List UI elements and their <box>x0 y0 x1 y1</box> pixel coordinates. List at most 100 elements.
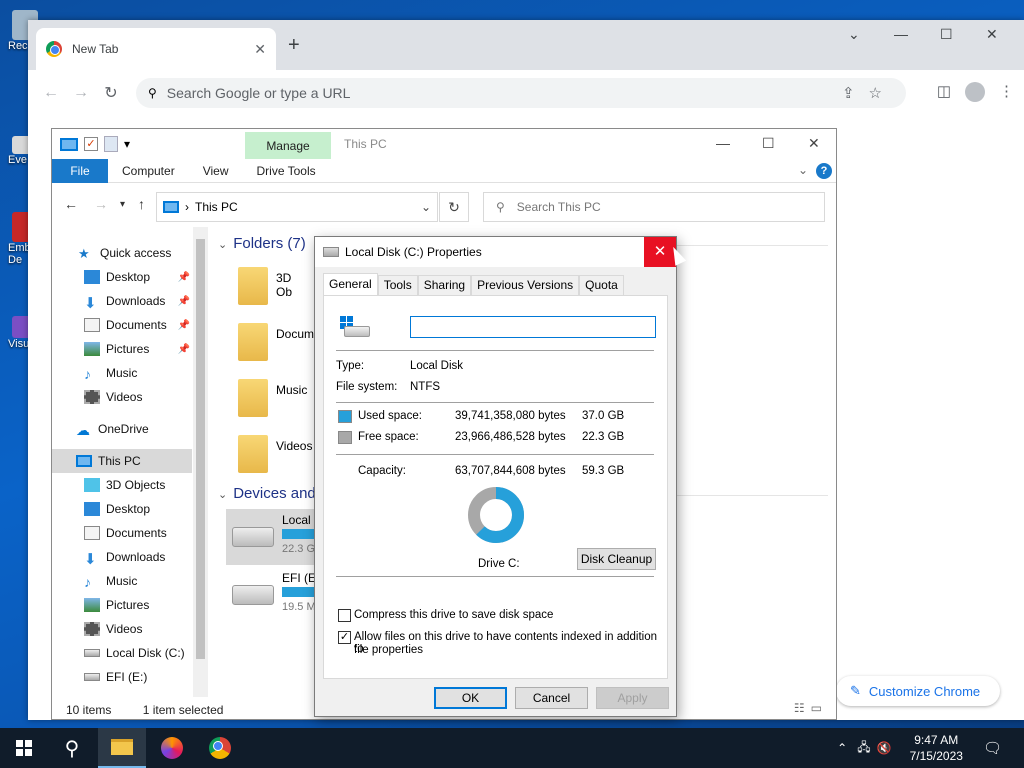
nav-quick-videos[interactable]: Videos <box>52 385 192 409</box>
nav-quick-pictures[interactable]: Pictures 📌 <box>52 337 192 361</box>
expand-ribbon-icon[interactable]: ⌄ <box>798 163 808 177</box>
up-arrow-icon[interactable]: ↑ <box>138 196 145 212</box>
start-button[interactable] <box>0 728 48 768</box>
nav-quick-access[interactable]: ★ Quick access <box>52 241 192 265</box>
reload-icon[interactable]: ↻ <box>96 83 126 103</box>
qat-dropdown-icon[interactable]: ▾ <box>124 137 130 151</box>
drive-local-disk-c[interactable]: Local 22.3 G <box>226 509 326 565</box>
pin-icon[interactable]: 📌 <box>178 296 190 307</box>
address-dropdown-icon[interactable]: ⌄ <box>421 200 431 214</box>
forward-arrow-icon[interactable]: → <box>94 196 108 212</box>
close-window-icon[interactable]: ✕ <box>986 26 998 43</box>
ok-button[interactable]: OK <box>434 687 507 709</box>
apply-button[interactable]: Apply <box>596 687 669 709</box>
visual-studio-shortcut[interactable]: Visu <box>0 316 38 350</box>
pin-icon[interactable]: 📌 <box>178 320 190 331</box>
clock[interactable]: 9:47 AM 7/15/2023 <box>910 732 963 764</box>
nav-quick-desktop[interactable]: Desktop 📌 <box>52 265 192 289</box>
emb-shortcut[interactable]: Emb De <box>0 212 38 266</box>
refresh-icon[interactable]: ↻ <box>439 192 469 222</box>
nav-downloads[interactable]: ⬇ Downloads <box>52 545 192 569</box>
drive-efi-e[interactable]: EFI (E: 19.5 M <box>226 567 326 623</box>
tab-search-chevron-icon[interactable]: ⌄ <box>848 26 860 43</box>
nav-scrollbar[interactable] <box>193 227 208 697</box>
tab-previous-versions[interactable]: Previous Versions <box>471 275 580 295</box>
folder-music[interactable]: Music <box>230 375 310 425</box>
tab-drive-tools[interactable]: Drive Tools <box>242 164 329 178</box>
folder-videos[interactable]: Videos <box>230 431 312 481</box>
recycle-bin-shortcut[interactable]: Rec <box>0 10 38 52</box>
nav-desktop[interactable]: Desktop <box>52 497 192 521</box>
search-taskbar-button[interactable]: ⚲ <box>48 728 96 768</box>
show-hidden-icons-chevron[interactable]: ⌃ <box>837 741 847 755</box>
explorer-title: This PC <box>344 137 387 151</box>
new-tab-plus-icon[interactable]: + <box>288 34 300 57</box>
omnibox[interactable]: ⚲ Search Google or type a URL ⇪☆ <box>136 78 906 108</box>
disk-cleanup-button[interactable]: Disk Cleanup <box>577 548 656 570</box>
pin-icon[interactable]: 📌 <box>178 272 190 283</box>
folder-3d-objects[interactable]: 3D Ob <box>230 263 310 313</box>
nav-quick-music[interactable]: ♪ Music <box>52 361 192 385</box>
network-icon[interactable]: 🖧 <box>857 738 870 759</box>
tab-quota[interactable]: Quota <box>579 275 624 295</box>
manage-contextual-tab[interactable]: Manage <box>245 132 331 159</box>
cancel-button[interactable]: Cancel <box>515 687 588 709</box>
tab-sharing[interactable]: Sharing <box>417 275 472 295</box>
compress-checkbox[interactable] <box>338 609 351 622</box>
folder-documents[interactable]: Docum <box>230 319 314 369</box>
new-folder-icon[interactable] <box>104 136 118 152</box>
nav-quick-documents[interactable]: Documents 📌 <box>52 313 192 337</box>
notifications-icon[interactable]: 🗨 <box>983 739 1002 757</box>
drive-label-field[interactable] <box>410 316 656 338</box>
close-window-icon[interactable]: ✕ <box>808 135 820 152</box>
menu-kebab-icon[interactable]: ⋮ <box>999 82 1014 102</box>
close-tab-icon[interactable]: ✕ <box>254 41 266 58</box>
firefox-taskbar-button[interactable] <box>148 728 196 768</box>
forward-arrow-icon[interactable]: → <box>66 84 96 102</box>
nav-local-disk-c[interactable]: Local Disk (C:) <box>52 641 192 665</box>
help-icon[interactable]: ? <box>816 163 832 179</box>
share-and-bookmark-star-icon[interactable]: ⇪☆ <box>842 84 896 102</box>
maximize-icon[interactable]: ☐ <box>940 26 953 43</box>
nav-label: 3D Objects <box>106 478 166 492</box>
nav-3d-objects[interactable]: 3D Objects <box>52 473 192 497</box>
chrome-tab-new-tab[interactable]: New Tab ✕ <box>36 28 276 70</box>
tab-computer[interactable]: Computer <box>108 164 189 178</box>
nav-documents[interactable]: Documents <box>52 521 192 545</box>
maximize-icon[interactable]: ☐ <box>762 135 775 152</box>
chrome-taskbar-button[interactable] <box>196 728 244 768</box>
view-toggle-icons[interactable]: ☷▭ <box>794 701 828 715</box>
address-bar[interactable]: › This PC ⌄ <box>156 192 438 222</box>
properties-check-icon[interactable]: ✓ <box>84 137 98 151</box>
scroll-thumb[interactable] <box>196 239 205 659</box>
nav-pictures[interactable]: Pictures <box>52 593 192 617</box>
search-input[interactable]: ⚲ Search This PC <box>483 192 825 222</box>
nav-quick-downloads[interactable]: ⬇ Downloads 📌 <box>52 289 192 313</box>
tab-general[interactable]: General <box>323 273 378 295</box>
index-checkbox[interactable]: ✓ <box>338 631 351 644</box>
event-shortcut[interactable]: Eve <box>0 136 38 166</box>
minimize-icon[interactable]: — <box>894 26 908 42</box>
minimize-icon[interactable]: — <box>716 135 730 151</box>
nav-videos[interactable]: Videos <box>52 617 192 641</box>
download-arrow-icon: ⬇ <box>84 295 97 312</box>
recent-dropdown-icon[interactable]: ▾ <box>120 199 125 210</box>
customize-chrome-button[interactable]: ✎ Customize Chrome <box>836 676 1000 706</box>
tab-view[interactable]: View <box>189 164 243 178</box>
tab-tools[interactable]: Tools <box>377 275 418 295</box>
side-panel-icon[interactable]: ◫ <box>937 82 951 102</box>
file-explorer-taskbar-button[interactable] <box>98 728 146 768</box>
folders-group-header[interactable]: ⌄ Folders (7) <box>218 235 306 252</box>
back-arrow-icon[interactable]: ← <box>36 84 66 102</box>
profile-avatar[interactable] <box>965 82 985 102</box>
back-arrow-icon[interactable]: ← <box>64 196 78 212</box>
nav-efi-e[interactable]: EFI (E:) <box>52 665 192 689</box>
pin-icon[interactable]: 📌 <box>178 344 190 355</box>
tab-file[interactable]: File <box>52 158 108 183</box>
type-value: Local Disk <box>410 360 464 372</box>
nav-music[interactable]: ♪ Music <box>52 569 192 593</box>
nav-this-pc[interactable]: This PC <box>52 449 192 473</box>
volume-muted-icon[interactable]: 🔇 <box>877 741 892 755</box>
devices-group-header[interactable]: ⌄ Devices and <box>218 485 316 502</box>
nav-onedrive[interactable]: ☁ OneDrive <box>52 417 192 441</box>
